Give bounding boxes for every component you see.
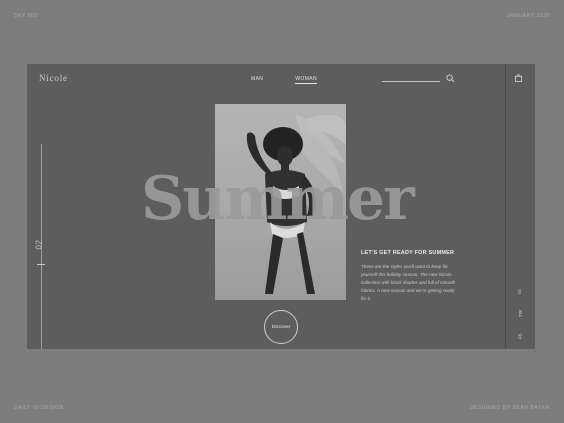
hero-headline: Summer: [141, 164, 415, 234]
corner-label-top-left: SKY 003: [14, 13, 38, 19]
social-link-fb[interactable]: FB: [517, 334, 522, 340]
corner-label-bottom-right: DESIGNED BY SEAN BAYER: [469, 405, 550, 411]
main-nav: MAN WOMAN: [251, 76, 318, 84]
shopping-bag-icon[interactable]: [515, 74, 522, 82]
page-number: 02: [34, 239, 44, 250]
right-divider: [505, 64, 506, 349]
nav-item-man[interactable]: MAN: [251, 76, 263, 84]
section-body: These are the styles you'll want to keep…: [361, 264, 456, 301]
section-subtitle: LET'S GET READY FOR SUMMER: [361, 250, 455, 256]
brand-logo[interactable]: Nicole: [39, 73, 68, 83]
corner-label-top-right: JANUARY 2020: [507, 13, 550, 19]
corner-label-bottom-left: DAILY UI DESIGN: [14, 405, 64, 411]
landing-page-frame: Nicole MAN WOMAN Summer 02 LET'S GET REA…: [27, 64, 535, 349]
discover-button[interactable]: Discover: [264, 310, 298, 344]
discover-label: Discover: [271, 324, 291, 330]
social-link-tw[interactable]: TW: [518, 310, 523, 317]
search-input[interactable]: [382, 81, 440, 82]
page-indicator-tick: [37, 264, 45, 265]
nav-item-woman[interactable]: WOMAN: [295, 76, 318, 84]
social-link-ig[interactable]: IG: [517, 289, 522, 294]
search-icon[interactable]: [446, 74, 455, 83]
